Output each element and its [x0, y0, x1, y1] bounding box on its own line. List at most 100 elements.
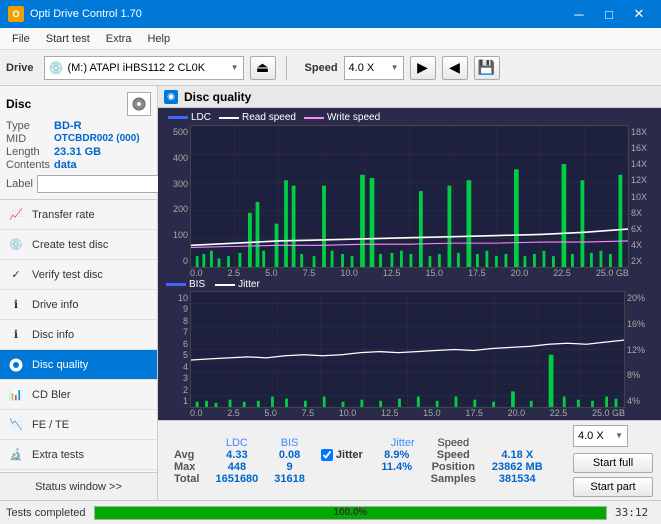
label-input[interactable]: [37, 175, 175, 193]
drive-info-label: Drive info: [32, 299, 78, 311]
transfer-rate-label: Transfer rate: [32, 209, 95, 221]
close-button[interactable]: ✕: [625, 3, 653, 25]
eject-button[interactable]: ⏏: [250, 56, 276, 80]
menu-file[interactable]: File: [4, 31, 38, 47]
jitter-legend-item: Jitter: [215, 279, 260, 290]
col-label-header: [166, 437, 207, 449]
toolbar-sep-1: [286, 56, 287, 80]
write-speed-legend-label: Write speed: [327, 112, 380, 123]
speed-label: Speed: [423, 449, 484, 461]
start-part-button[interactable]: Start part: [573, 477, 653, 497]
menu-start-test[interactable]: Start test: [38, 31, 98, 47]
progress-bar-label: 100.0%: [95, 507, 606, 519]
total-label: Total: [166, 473, 207, 485]
col-speed-header: Speed: [423, 437, 484, 449]
minimize-button[interactable]: ─: [565, 3, 593, 25]
start-full-button[interactable]: Start full: [573, 453, 653, 473]
extra-tests-icon: 🔬: [8, 447, 24, 463]
total-bis: 31618: [266, 473, 313, 485]
top-chart-wrapper: 500 400 300 200 100 0: [162, 125, 657, 268]
drive-icon: 💿: [49, 61, 64, 75]
sidebar-item-extra-tests[interactable]: 🔬 Extra tests: [0, 440, 157, 470]
samples-val: 381534: [484, 473, 551, 485]
back-button[interactable]: ◀: [442, 56, 468, 80]
jitter-legend-label: Jitter: [238, 279, 260, 290]
fe-te-label: FE / TE: [32, 419, 69, 431]
cd-bler-icon: 📊: [8, 387, 24, 403]
avg-jitter: 8.9%: [371, 449, 423, 461]
action-speed-arrow[interactable]: ▼: [615, 431, 623, 440]
menu-help[interactable]: Help: [139, 31, 178, 47]
type-key: Type: [6, 120, 50, 132]
create-test-disc-label: Create test disc: [32, 239, 108, 251]
time-display: 33:12: [615, 506, 655, 519]
bis-legend-item: BIS: [166, 279, 205, 290]
ldc-legend-label: LDC: [191, 112, 211, 123]
disc-info-icon: ℹ: [8, 327, 24, 343]
status-window-button[interactable]: Status window >>: [0, 472, 157, 500]
disc-section: Disc Type BD-R MID OTCBDR002 (000) Lengt…: [0, 86, 157, 200]
bottom-chart: [190, 291, 625, 408]
sidebar-item-disc-quality[interactable]: Disc quality: [0, 350, 157, 380]
create-test-disc-icon: 💿: [8, 237, 24, 253]
speed-select-action: 4.0 X ▼: [573, 425, 628, 447]
sidebar-item-drive-info[interactable]: ℹ Drive info: [0, 290, 157, 320]
speed-dropdown-arrow[interactable]: ▼: [391, 63, 399, 72]
bis-legend-label: BIS: [189, 279, 205, 290]
status-bar: Tests completed 100.0% 33:12: [0, 500, 661, 524]
read-speed-legend-label: Read speed: [242, 112, 296, 123]
action-buttons: 4.0 X ▼ Start full Start part: [573, 425, 653, 497]
sidebar-item-fe-te[interactable]: 📉 FE / TE: [0, 410, 157, 440]
progress-bar-container: 100.0%: [94, 506, 607, 520]
transfer-rate-icon: 📈: [8, 207, 24, 223]
speed-label: Speed: [305, 62, 338, 74]
drive-dropdown-arrow[interactable]: ▼: [231, 63, 239, 72]
max-row: Max 448 9 11.4% Position 23862 MB: [166, 461, 551, 473]
verify-test-disc-icon: ✓: [8, 267, 24, 283]
menu-extra[interactable]: Extra: [98, 31, 140, 47]
save-button[interactable]: 💾: [474, 56, 500, 80]
bottom-y-axis-left: 10 9 8 7 6 5 4 3 2 1: [162, 291, 190, 408]
play-button[interactable]: ▶: [410, 56, 436, 80]
status-text: Tests completed: [6, 507, 86, 519]
status-window-label: Status window >>: [35, 481, 122, 493]
toolbar: Drive 💿 (M:) ATAPI iHBS112 2 CL0K ▼ ⏏ Sp…: [0, 50, 661, 86]
title-bar: O Opti Drive Control 1.70 ─ □ ✕: [0, 0, 661, 28]
drive-info-icon: ℹ: [8, 297, 24, 313]
sidebar-item-cd-bler[interactable]: 📊 CD Bler: [0, 380, 157, 410]
avg-row: Avg 4.33 0.08 Jitter 8.9% Speed 4.18 X: [166, 449, 551, 461]
title-bar-controls: ─ □ ✕: [565, 3, 653, 25]
action-speed-val: 4.0 X: [578, 430, 613, 442]
write-speed-legend-item: Write speed: [304, 112, 380, 123]
total-ldc: 1651680: [207, 473, 266, 485]
top-chart-legend: LDC Read speed Write speed: [164, 111, 384, 124]
top-chart: [190, 125, 629, 268]
jitter-checkbox[interactable]: [321, 449, 333, 461]
disc-icon-btn[interactable]: [127, 92, 151, 116]
sidebar-item-verify-test-disc[interactable]: ✓ Verify test disc: [0, 260, 157, 290]
sidebar-item-create-test-disc[interactable]: 💿 Create test disc: [0, 230, 157, 260]
avg-ldc: 4.33: [207, 449, 266, 461]
avg-label: Avg: [166, 449, 207, 461]
label-row: Label 🔍: [6, 175, 151, 193]
bis-legend-color: [166, 283, 186, 286]
col-spacer: [313, 437, 371, 449]
jitter-legend-color: [215, 284, 235, 286]
contents-val: data: [54, 159, 151, 171]
sidebar-item-transfer-rate[interactable]: 📈 Transfer rate: [0, 200, 157, 230]
bottom-chart-legend: BIS Jitter: [162, 278, 657, 291]
drive-select-box: 💿 (M:) ATAPI iHBS112 2 CL0K ▼: [44, 56, 244, 80]
ldc-legend-item: LDC: [168, 112, 211, 123]
extra-tests-label: Extra tests: [32, 449, 84, 461]
avg-bis: 0.08: [266, 449, 313, 461]
max-jitter: 11.4%: [371, 461, 423, 473]
speed-select-box: 4.0 X ▼: [344, 56, 404, 80]
jitter-checkbox-cell: Jitter: [313, 449, 371, 461]
x-axis-top-labels: 0.0 2.5 5.0 7.5 10.0 12.5 15.0 17.5 20.0…: [190, 268, 629, 278]
maximize-button[interactable]: □: [595, 3, 623, 25]
max-label: Max: [166, 461, 207, 473]
sidebar-item-disc-info[interactable]: ℹ Disc info: [0, 320, 157, 350]
main-content: ◉ Disc quality LDC Read speed: [158, 86, 661, 500]
ldc-legend-color: [168, 116, 188, 119]
verify-test-disc-label: Verify test disc: [32, 269, 103, 281]
